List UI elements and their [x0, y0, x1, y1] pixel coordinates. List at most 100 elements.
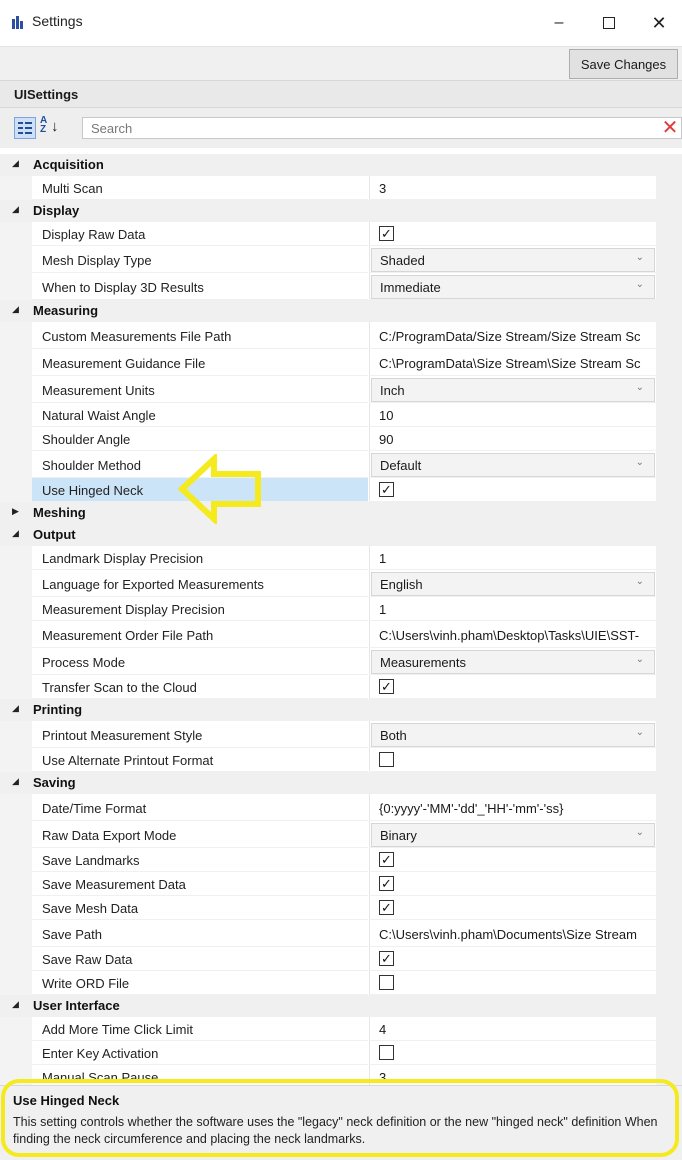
property-value[interactable]: English ⌄	[369, 570, 656, 597]
checkbox-checked[interactable]: ✓	[379, 951, 394, 966]
checkbox-checked[interactable]: ✓	[379, 852, 394, 867]
property-row[interactable]: Add More Time Click Limit 4	[0, 1017, 682, 1041]
expanded-icon[interactable]: ◢	[12, 703, 19, 714]
categorized-icon[interactable]	[14, 117, 36, 139]
property-value[interactable]: ✓	[369, 478, 656, 502]
expanded-icon[interactable]: ◢	[12, 999, 19, 1010]
property-value[interactable]: C:\ProgramData\Size Stream\Size Stream S…	[369, 349, 656, 376]
property-row[interactable]: Mesh Display Type Shaded ⌄	[0, 246, 682, 273]
property-row[interactable]: Save Measurement Data ✓	[0, 872, 682, 896]
property-value[interactable]: C:\Users\vinh.pham\Desktop\Tasks\UIE\SST…	[369, 621, 656, 648]
value-dropdown[interactable]: Both ⌄	[371, 723, 655, 747]
property-row[interactable]: Process Mode Measurements ⌄	[0, 648, 682, 675]
close-button[interactable]: ✕	[644, 8, 674, 38]
property-value[interactable]: 10	[369, 403, 656, 427]
checkbox-unchecked[interactable]	[379, 1045, 394, 1060]
property-row[interactable]: Save Path C:\Users\vinh.pham\Documents\Si…	[0, 920, 682, 947]
property-value[interactable]: ✓	[369, 222, 656, 246]
property-row[interactable]: Multi Scan 3	[0, 176, 682, 200]
value-dropdown[interactable]: Inch ⌄	[371, 378, 655, 402]
property-row[interactable]: Measurement Units Inch ⌄	[0, 376, 682, 403]
property-row[interactable]: Date/Time Format {0:yyyy'-'MM'-'dd'_'HH'-…	[0, 794, 682, 821]
property-row[interactable]: Transfer Scan to the Cloud ✓	[0, 675, 682, 699]
save-changes-button[interactable]: Save Changes	[569, 49, 678, 79]
property-value[interactable]: Default ⌄	[369, 451, 656, 478]
checkbox-unchecked[interactable]	[379, 975, 394, 990]
property-row[interactable]: Use Hinged Neck ✓	[0, 478, 682, 502]
minimize-button[interactable]: –	[544, 8, 574, 38]
category-measuring[interactable]: ◢ Measuring	[0, 300, 682, 322]
property-row[interactable]: Raw Data Export Mode Binary ⌄	[0, 821, 682, 848]
clear-search-icon[interactable]: ✕	[660, 116, 680, 140]
expanded-icon[interactable]: ◢	[12, 776, 19, 787]
value-dropdown[interactable]: Default ⌄	[371, 453, 655, 477]
category-acquisition[interactable]: ◢ Acquisition	[0, 154, 682, 176]
property-row[interactable]: Shoulder Method Default ⌄	[0, 451, 682, 478]
property-value[interactable]: ✓	[369, 675, 656, 699]
property-row[interactable]: Shoulder Angle 90	[0, 427, 682, 451]
property-row[interactable]: When to Display 3D Results Immediate ⌄	[0, 273, 682, 300]
property-row[interactable]: Save Mesh Data ✓	[0, 896, 682, 920]
category-printing[interactable]: ◢ Printing	[0, 699, 682, 721]
property-value[interactable]: 4	[369, 1017, 656, 1041]
checkbox-checked[interactable]: ✓	[379, 679, 394, 694]
property-row[interactable]: Landmark Display Precision 1	[0, 546, 682, 570]
value-dropdown[interactable]: Immediate ⌄	[371, 275, 655, 299]
checkbox-unchecked[interactable]	[379, 752, 394, 767]
property-value[interactable]: C:\Users\vinh.pham\Documents\Size Stream	[369, 920, 656, 947]
property-value[interactable]: 1	[369, 546, 656, 570]
property-row[interactable]: Use Alternate Printout Format	[0, 748, 682, 772]
property-value[interactable]: {0:yyyy'-'MM'-'dd'_'HH'-'mm'-'ss}	[369, 794, 656, 821]
property-row[interactable]: Language for Exported Measurements Englis…	[0, 570, 682, 597]
property-value[interactable]: ✓	[369, 947, 656, 971]
property-row[interactable]: Natural Waist Angle 10	[0, 403, 682, 427]
property-value[interactable]: C:/ProgramData/Size Stream/Size Stream S…	[369, 322, 656, 349]
property-row[interactable]: Display Raw Data ✓	[0, 222, 682, 246]
collapsed-icon[interactable]: ▶	[12, 506, 19, 517]
category-meshing[interactable]: ▶ Meshing	[0, 502, 682, 524]
property-value[interactable]: Both ⌄	[369, 721, 656, 748]
expanded-icon[interactable]: ◢	[12, 528, 19, 539]
value-dropdown[interactable]: English ⌄	[371, 572, 655, 596]
expanded-icon[interactable]: ◢	[12, 158, 19, 169]
property-value[interactable]	[369, 971, 656, 995]
property-value[interactable]: Immediate ⌄	[369, 273, 656, 300]
category-display[interactable]: ◢ Display	[0, 200, 682, 222]
checkbox-checked[interactable]: ✓	[379, 876, 394, 891]
property-row[interactable]: Printout Measurement Style Both ⌄	[0, 721, 682, 748]
property-value[interactable]: Binary ⌄	[369, 821, 656, 848]
property-value[interactable]	[369, 748, 656, 772]
property-value[interactable]	[369, 1041, 656, 1065]
property-value[interactable]: ✓	[369, 848, 656, 872]
property-row[interactable]: Measurement Order File Path C:\Users\vinh…	[0, 621, 682, 648]
property-value[interactable]: Inch ⌄	[369, 376, 656, 403]
expanded-icon[interactable]: ◢	[12, 304, 19, 315]
expanded-icon[interactable]: ◢	[12, 204, 19, 215]
search-input[interactable]	[82, 117, 682, 139]
property-value[interactable]: 3	[369, 176, 656, 200]
property-row[interactable]: Save Landmarks ✓	[0, 848, 682, 872]
property-row[interactable]: Save Raw Data ✓	[0, 947, 682, 971]
value-dropdown[interactable]: Binary ⌄	[371, 823, 655, 847]
property-row[interactable]: Measurement Guidance File C:\ProgramData\…	[0, 349, 682, 376]
property-value[interactable]: ✓	[369, 896, 656, 920]
property-row[interactable]: Enter Key Activation	[0, 1041, 682, 1065]
property-value[interactable]: 90	[369, 427, 656, 451]
maximize-button[interactable]	[594, 8, 624, 38]
category-output[interactable]: ◢ Output	[0, 524, 682, 546]
property-row[interactable]: Write ORD File	[0, 971, 682, 995]
checkbox-checked[interactable]: ✓	[379, 226, 394, 241]
property-value[interactable]: Shaded ⌄	[369, 246, 656, 273]
value-dropdown[interactable]: Shaded ⌄	[371, 248, 655, 272]
property-row[interactable]: Measurement Display Precision 1	[0, 597, 682, 621]
category-saving[interactable]: ◢ Saving	[0, 772, 682, 794]
property-value[interactable]: Measurements ⌄	[369, 648, 656, 675]
property-value[interactable]: 1	[369, 597, 656, 621]
property-row[interactable]: Custom Measurements File Path C:/ProgramD…	[0, 322, 682, 349]
alphabetical-icon[interactable]: A Z ↓	[40, 116, 62, 140]
property-value[interactable]: ✓	[369, 872, 656, 896]
checkbox-checked[interactable]: ✓	[379, 482, 394, 497]
value-dropdown[interactable]: Measurements ⌄	[371, 650, 655, 674]
checkbox-checked[interactable]: ✓	[379, 900, 394, 915]
category-user-interface[interactable]: ◢ User Interface	[0, 995, 682, 1017]
